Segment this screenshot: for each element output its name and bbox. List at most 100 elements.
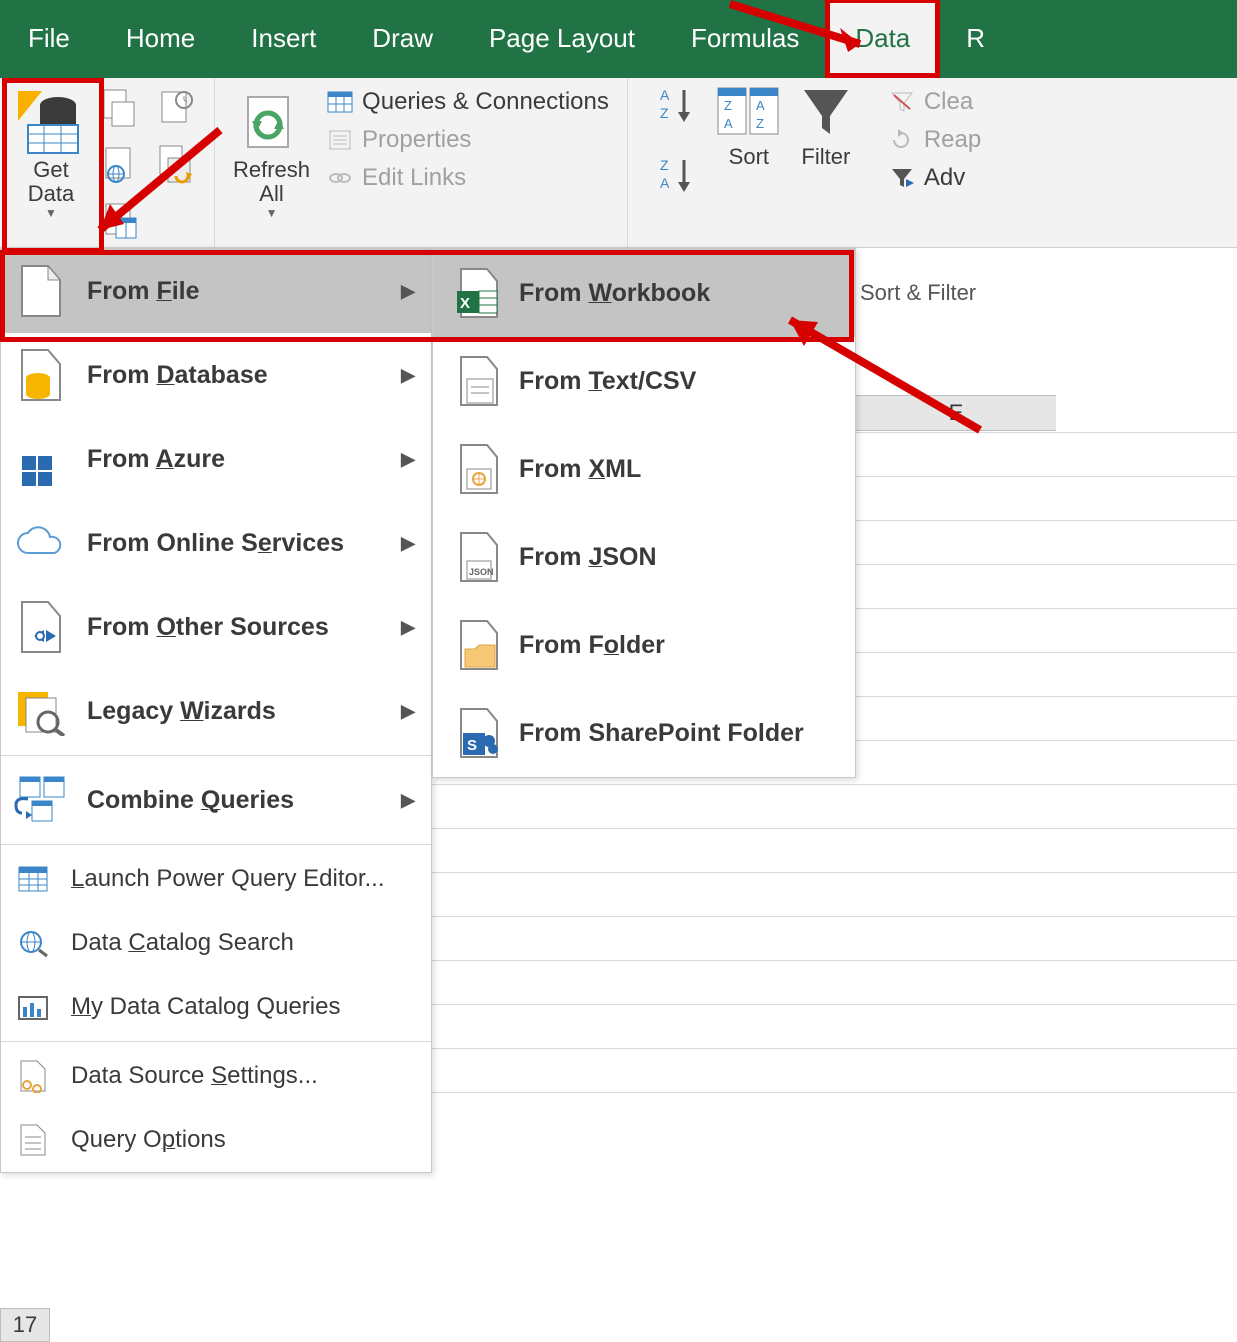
sort-icon: ZAAZ — [716, 84, 782, 140]
get-data-button[interactable]: Get Data ▼ — [10, 84, 92, 245]
placeholder-small-button[interactable] — [152, 196, 200, 244]
menu-query-options-label: Query Options — [71, 1126, 226, 1154]
advanced-filter-label: Adv — [924, 164, 965, 192]
submenu-from-folder[interactable]: From Folder — [433, 601, 855, 689]
submenu-from-json[interactable]: JSON From JSON — [433, 513, 855, 601]
clear-filter-button: Clea — [880, 84, 989, 120]
legacy-wizards-icon — [13, 683, 69, 739]
svg-text:A: A — [660, 87, 670, 103]
refresh-all-icon — [242, 88, 302, 158]
menu-legacy-wizards-label: Legacy Wizards — [87, 697, 276, 726]
reapply-icon — [888, 126, 916, 154]
filter-button[interactable]: Filter — [800, 84, 852, 170]
menu-from-online-services[interactable]: From Online Services ▶ — [1, 501, 431, 585]
submenu-from-folder-label: From Folder — [519, 631, 665, 660]
ribbon-tabs: File Home Insert Draw Page Layout Formul… — [0, 0, 1237, 78]
tab-page-layout[interactable]: Page Layout — [461, 0, 663, 76]
submenu-from-xml[interactable]: From XML — [433, 425, 855, 513]
menu-from-azure-label: From Azure — [87, 445, 225, 474]
cloud-icon — [13, 515, 69, 571]
sort-desc-icon: ZA — [658, 154, 698, 194]
dropdown-caret-icon: ▼ — [266, 206, 278, 220]
properties-icon — [326, 126, 354, 154]
from-text-csv-small-button[interactable] — [96, 84, 144, 132]
sort-desc-button[interactable]: ZA — [658, 154, 698, 194]
other-sources-icon — [13, 599, 69, 655]
menu-query-options[interactable]: Query Options — [1, 1108, 431, 1172]
recent-sources-small-button[interactable] — [152, 84, 200, 132]
menu-combine-queries-label: Combine Queries — [87, 786, 294, 815]
tab-draw[interactable]: Draw — [344, 0, 461, 76]
tab-file[interactable]: File — [0, 0, 98, 76]
submenu-arrow-icon: ▶ — [401, 533, 415, 554]
submenu-from-workbook[interactable]: X From Workbook — [433, 249, 855, 337]
properties-label: Properties — [362, 126, 471, 154]
menu-combine-queries[interactable]: Combine Queries ▶ — [1, 758, 431, 842]
dropdown-caret-icon: ▼ — [45, 206, 57, 220]
menu-legacy-wizards[interactable]: Legacy Wizards ▶ — [1, 669, 431, 753]
ribbon-body: Get Data ▼ Re — [0, 78, 1237, 248]
from-web-small-button[interactable] — [96, 140, 144, 188]
from-file-submenu: X From Workbook From Text/CSV From XML J… — [432, 248, 856, 778]
queries-connections-icon — [326, 88, 354, 116]
svg-text:A: A — [660, 175, 670, 191]
refresh-all-button[interactable]: Refresh All ▼ — [225, 84, 318, 245]
menu-my-data-catalog-queries[interactable]: My Data Catalog Queries — [1, 975, 431, 1039]
get-data-label: Get Data — [28, 158, 74, 206]
submenu-arrow-icon: ▶ — [401, 365, 415, 386]
svg-text:A: A — [756, 98, 765, 113]
tab-insert[interactable]: Insert — [223, 0, 344, 76]
sort-asc-button[interactable]: AZ — [658, 84, 698, 124]
submenu-from-text-csv[interactable]: From Text/CSV — [433, 337, 855, 425]
text-csv-icon — [453, 353, 503, 409]
get-data-icon — [18, 88, 84, 158]
data-source-settings-icon — [13, 1056, 53, 1096]
sort-button[interactable]: ZAAZ Sort — [716, 84, 782, 170]
menu-from-other-sources-label: From Other Sources — [87, 613, 329, 642]
menu-launch-power-query-editor[interactable]: Launch Power Query Editor... — [1, 847, 431, 911]
column-header-e[interactable]: E — [856, 395, 1056, 431]
svg-text:Z: Z — [724, 98, 732, 113]
submenu-arrow-icon: ▶ — [401, 701, 415, 722]
edit-links-label: Edit Links — [362, 164, 466, 192]
menu-data-catalog-search-label: Data Catalog Search — [71, 929, 294, 957]
submenu-from-text-csv-label: From Text/CSV — [519, 367, 696, 396]
svg-text:Z: Z — [660, 157, 669, 173]
menu-separator — [1, 1041, 431, 1042]
svg-text:JSON: JSON — [469, 567, 494, 577]
submenu-arrow-icon: ▶ — [401, 281, 415, 302]
submenu-arrow-icon: ▶ — [401, 449, 415, 470]
existing-connections-small-button[interactable] — [152, 140, 200, 188]
menu-from-file-label: From File — [87, 277, 200, 306]
row-header-17[interactable]: 17 — [0, 1308, 50, 1342]
menu-data-source-settings[interactable]: Data Source Settings... — [1, 1044, 431, 1108]
svg-text:X: X — [460, 295, 470, 312]
advanced-filter-icon — [888, 164, 916, 192]
menu-from-database[interactable]: From Database ▶ — [1, 333, 431, 417]
tab-formulas[interactable]: Formulas — [663, 0, 827, 76]
json-icon: JSON — [453, 529, 503, 585]
filter-label: Filter — [801, 144, 850, 170]
menu-data-catalog-search[interactable]: Data Catalog Search — [1, 911, 431, 975]
workbook-icon: X — [453, 265, 503, 321]
menu-from-other-sources[interactable]: From Other Sources ▶ — [1, 585, 431, 669]
tab-data[interactable]: Data — [827, 0, 938, 76]
my-data-catalog-icon — [13, 987, 53, 1027]
queries-connections-label: Queries & Connections — [362, 88, 609, 116]
submenu-from-sharepoint-folder[interactable]: S From SharePoint Folder — [433, 689, 855, 777]
xml-icon — [453, 441, 503, 497]
filter-icon — [800, 84, 852, 140]
tab-home[interactable]: Home — [98, 0, 223, 76]
menu-launch-pqe-label: Launch Power Query Editor... — [71, 865, 385, 893]
from-table-small-button[interactable] — [96, 196, 144, 244]
advanced-filter-button[interactable]: Adv — [880, 160, 989, 196]
submenu-from-sharepoint-folder-label: From SharePoint Folder — [519, 719, 804, 748]
file-icon — [13, 263, 69, 319]
menu-from-file[interactable]: From File ▶ — [1, 249, 431, 333]
menu-separator — [1, 844, 431, 845]
queries-connections-button[interactable]: Queries & Connections — [318, 84, 617, 120]
get-data-dropdown: From File ▶ From Database ▶ From Azure ▶… — [0, 248, 432, 1173]
tab-review-partial[interactable]: R — [938, 0, 1013, 76]
submenu-arrow-icon: ▶ — [401, 617, 415, 638]
menu-from-azure[interactable]: From Azure ▶ — [1, 417, 431, 501]
